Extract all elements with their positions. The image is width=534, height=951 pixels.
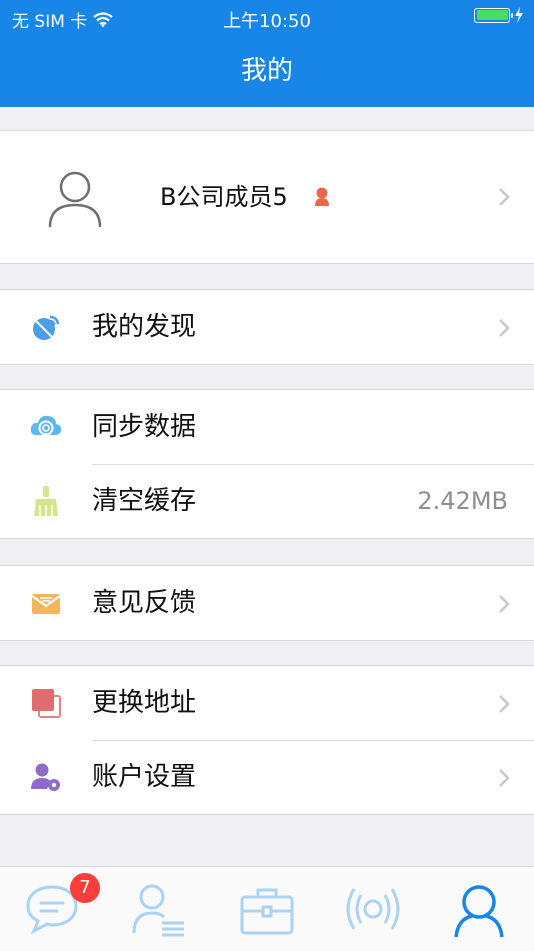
broom-icon	[34, 486, 58, 516]
battery-area	[474, 7, 524, 23]
briefcase-icon	[240, 888, 294, 935]
profile-name: B公司成员5	[160, 183, 288, 211]
change-address-label: 更换地址	[92, 688, 197, 718]
chevron-right-icon	[499, 595, 510, 613]
tab-broadcast[interactable]	[344, 883, 404, 941]
signal-icon	[346, 888, 400, 930]
feedback-label: 意见反馈	[92, 588, 197, 618]
menu-item-change-address[interactable]: 更换地址	[0, 666, 534, 740]
user-icon	[454, 885, 504, 938]
discover-section: 我的发现	[0, 289, 534, 365]
menu-item-sync[interactable]: 同步数据	[0, 390, 534, 464]
person-badge-icon	[315, 187, 329, 206]
chevron-right-icon	[499, 188, 510, 206]
nav-bar: 我的	[0, 35, 534, 107]
page-title: 我的	[240, 56, 293, 86]
tab-contacts[interactable]	[130, 883, 190, 941]
discover-label: 我的发现	[92, 312, 197, 342]
mail-icon	[31, 594, 61, 614]
user-settings-icon	[31, 763, 60, 791]
menu-item-feedback[interactable]: 意见反馈	[0, 566, 534, 640]
data-section: 同步数据 清空缓存 2.42MB	[0, 389, 534, 539]
battery-fill	[476, 10, 508, 20]
cache-size-value: 2.42MB	[417, 487, 508, 515]
battery-icon	[474, 7, 513, 23]
menu-item-discover[interactable]: 我的发现	[0, 290, 534, 364]
charging-icon	[515, 7, 523, 23]
menu-item-clear-cache[interactable]: 清空缓存 2.42MB	[0, 464, 534, 538]
cloud-sync-icon	[30, 415, 62, 436]
status-bar: 无 SIM 卡 上午10:50	[0, 0, 534, 35]
satellite-dish-icon	[33, 315, 60, 340]
avatar-icon	[48, 171, 102, 228]
account-section: 更换地址 账户设置	[0, 665, 534, 815]
chevron-right-icon	[499, 769, 510, 787]
feedback-section: 意见反馈	[0, 565, 534, 641]
profile-card[interactable]: B公司成员5	[0, 130, 534, 264]
unread-badge: 7	[70, 873, 100, 903]
tab-me[interactable]	[450, 883, 510, 941]
account-settings-label: 账户设置	[92, 762, 197, 792]
tab-work[interactable]	[238, 883, 298, 941]
contacts-icon	[132, 884, 184, 937]
sync-label: 同步数据	[92, 412, 197, 442]
clock: 上午10:50	[223, 11, 311, 32]
tab-bar: 7	[0, 866, 534, 951]
clear-cache-label: 清空缓存	[92, 486, 197, 516]
chevron-right-icon	[499, 319, 510, 337]
chevron-right-icon	[499, 695, 510, 713]
menu-item-account-settings[interactable]: 账户设置	[0, 740, 534, 814]
switch-squares-icon	[32, 689, 61, 718]
